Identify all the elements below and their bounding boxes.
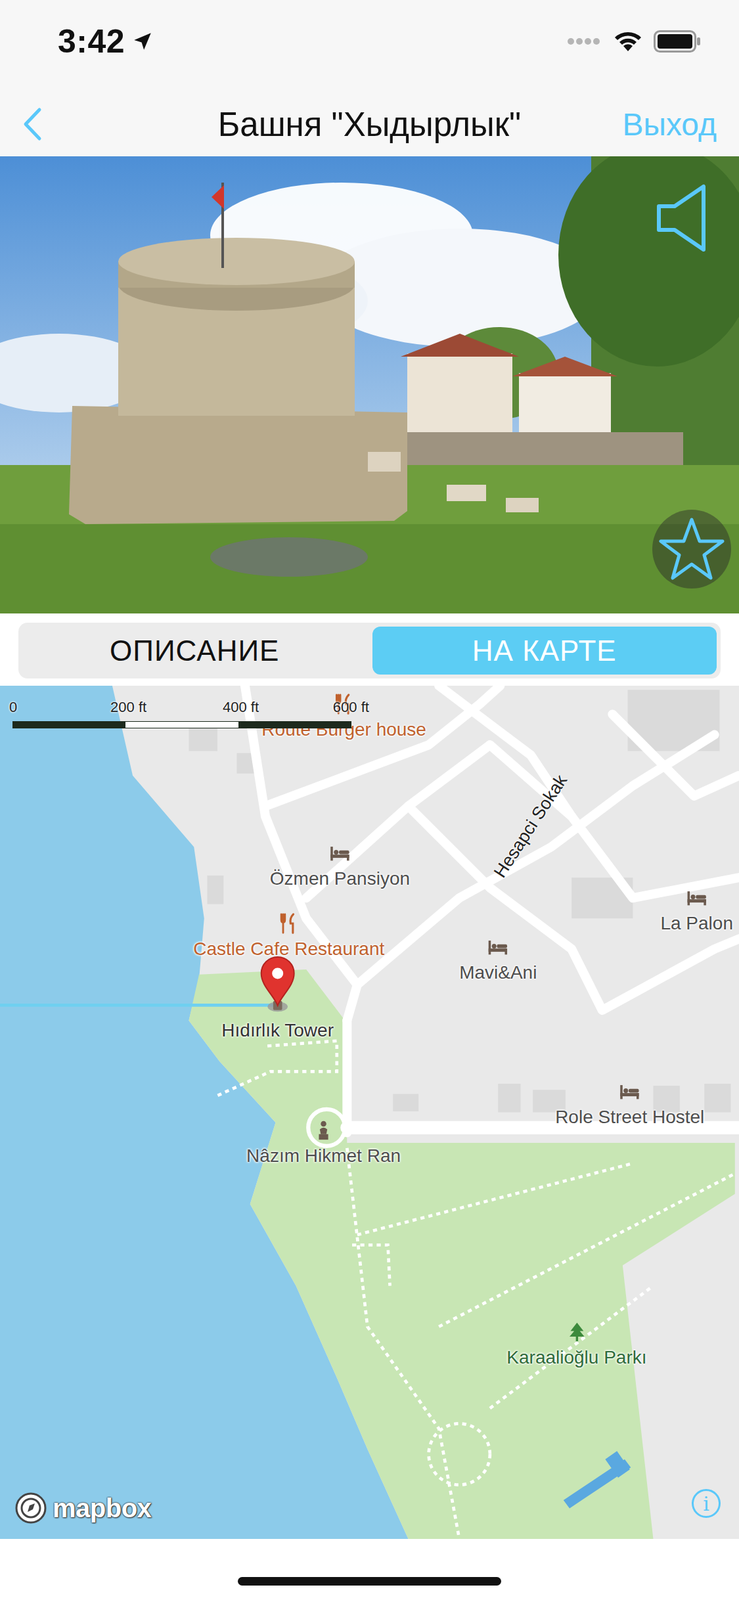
map-place[interactable]: Castle Cafe Restaurant bbox=[193, 912, 385, 960]
cellular-signal-icon bbox=[566, 36, 603, 46]
screen-title: Башня "Хыдырлык" bbox=[144, 105, 595, 144]
scale-label: 200 ft bbox=[110, 698, 147, 717]
status-time: 3:42 bbox=[57, 22, 125, 61]
exit-button[interactable]: Выход bbox=[594, 106, 739, 143]
attraction-photo bbox=[0, 156, 739, 614]
place-label[interactable]: Castle Cafe Restaurant bbox=[193, 938, 385, 960]
map-place[interactable]: Hıdırlık Tower bbox=[221, 993, 334, 1042]
place-label[interactable]: La Palon bbox=[660, 913, 734, 935]
segmented-control: ОПИСАНИЕНА КАРТЕ bbox=[18, 622, 721, 679]
back-button[interactable] bbox=[0, 107, 145, 142]
map-place[interactable]: Özmen Pansiyon bbox=[269, 842, 410, 890]
place-label[interactable]: Nâzım Hikmet Ran bbox=[246, 1145, 401, 1167]
scale-bar: 0200 ft400 ft600 ft bbox=[10, 698, 353, 745]
place-label[interactable]: Karaalioğlu Parkı bbox=[506, 1347, 647, 1369]
bed-icon[interactable] bbox=[328, 842, 351, 865]
status-bar: 3:42 bbox=[0, 0, 739, 92]
monument-icon[interactable] bbox=[312, 1119, 336, 1142]
map-place[interactable]: La Palon bbox=[660, 886, 734, 935]
scale-track bbox=[12, 721, 352, 729]
place-label[interactable]: Role Street Hostel bbox=[555, 1106, 705, 1128]
mapbox-mark-icon bbox=[14, 1491, 48, 1525]
bed-icon[interactable] bbox=[618, 1080, 642, 1103]
place-label[interactable]: Mavi&Ani bbox=[459, 962, 537, 984]
status-time-group: 3:42 bbox=[57, 22, 154, 61]
mapbox-logo[interactable]: mapbox bbox=[14, 1491, 152, 1525]
speaker-icon[interactable] bbox=[654, 182, 711, 254]
wifi-icon bbox=[612, 30, 644, 53]
info-button[interactable]: i bbox=[691, 1489, 721, 1519]
navigation-bar: Башня "Хыдырлык"Выход bbox=[0, 91, 739, 157]
tree-icon[interactable] bbox=[565, 1321, 588, 1344]
segment-tab[interactable]: НА КАРТЕ bbox=[372, 626, 718, 675]
map-place[interactable]: Role Street Hostel bbox=[555, 1080, 705, 1128]
scale-label: 400 ft bbox=[222, 698, 259, 717]
segment-area: ОПИСАНИЕНА КАРТЕ bbox=[0, 613, 739, 686]
bed-icon[interactable] bbox=[486, 936, 510, 959]
bed-icon[interactable] bbox=[685, 886, 709, 910]
home-area bbox=[0, 1539, 739, 1600]
map-view[interactable]: 0200 ft400 ft600 ftHesapci SokakRoute Bu… bbox=[0, 685, 739, 1540]
status-icons bbox=[566, 30, 701, 53]
location-arrow-icon bbox=[131, 30, 154, 53]
place-label[interactable]: Özmen Pansiyon bbox=[269, 868, 410, 890]
favorite-button[interactable] bbox=[652, 509, 732, 589]
battery-icon bbox=[653, 30, 701, 53]
star-icon[interactable] bbox=[657, 516, 726, 583]
location-pin-icon[interactable] bbox=[259, 955, 297, 1008]
chevron-left-icon[interactable] bbox=[22, 107, 43, 142]
place-label[interactable]: Hıdırlık Tower bbox=[221, 1020, 334, 1042]
scale-label: 600 ft bbox=[333, 698, 370, 717]
segment-tab[interactable]: ОПИСАНИЕ bbox=[22, 626, 368, 675]
home-indicator[interactable] bbox=[237, 1577, 502, 1586]
restaurant-icon[interactable] bbox=[277, 912, 301, 935]
map-place[interactable]: Karaalioğlu Parkı bbox=[506, 1321, 647, 1369]
map-place[interactable]: Mavi&Ani bbox=[459, 936, 537, 984]
map-place[interactable]: Nâzım Hikmet Ran bbox=[246, 1119, 401, 1167]
scale-label: 0 bbox=[9, 698, 18, 717]
mapbox-wordmark: mapbox bbox=[52, 1493, 152, 1524]
